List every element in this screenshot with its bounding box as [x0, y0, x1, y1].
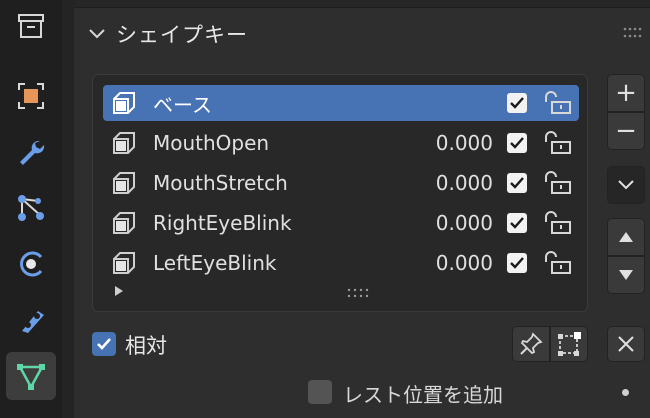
panel-top-edge: [74, 0, 650, 8]
particles-icon: [18, 195, 44, 221]
lock-open-icon[interactable]: [541, 210, 575, 236]
mute-checkbox[interactable]: [507, 253, 527, 273]
pin-icon: [520, 332, 543, 355]
shape-key-icon: [109, 128, 139, 158]
shape-key-value[interactable]: 0.000: [403, 251, 493, 275]
properties-tab-bar: [0, 0, 62, 418]
lock-open-icon[interactable]: [541, 130, 575, 156]
list-filter-expand-icon[interactable]: [112, 284, 126, 298]
tab-particles[interactable]: [6, 184, 56, 232]
drag-grip-icon[interactable]: [622, 26, 644, 40]
clear-weights-button[interactable]: [607, 326, 645, 362]
shape-key-value[interactable]: 0.000: [403, 131, 493, 155]
list-item[interactable]: MouthStretch 0.000: [103, 165, 579, 201]
edit-mode-toggle-button[interactable]: [550, 326, 588, 362]
list-resize-grip-icon[interactable]: [346, 288, 372, 298]
shape-key-name[interactable]: LeftEyeBlink: [153, 251, 403, 275]
tab-modifiers[interactable]: [6, 128, 56, 176]
move-down-button[interactable]: [607, 256, 645, 294]
panel-gutter: [62, 0, 74, 418]
shape-key-name[interactable]: RightEyeBlink: [153, 211, 403, 235]
list-item[interactable]: RightEyeBlink 0.000: [103, 205, 579, 241]
checkmark-icon: [510, 257, 524, 269]
mesh-data-icon: [17, 364, 45, 390]
checkmark-icon: [510, 177, 524, 189]
shape-key-list: ベース MouthOpen 0.000 MouthStretch 0.000 R…: [92, 74, 588, 312]
move-up-button[interactable]: [607, 218, 645, 256]
edit-mode-icon: [558, 332, 581, 356]
relative-label[interactable]: 相対: [125, 330, 167, 360]
chevron-down-icon: [618, 180, 634, 190]
constraint-icon: [22, 311, 44, 333]
mute-checkbox[interactable]: [507, 213, 527, 233]
object-icon: [18, 83, 44, 109]
mute-checkbox[interactable]: [507, 173, 527, 193]
shape-key-value[interactable]: 0.000: [403, 171, 493, 195]
list-item[interactable]: MouthOpen 0.000: [103, 125, 579, 161]
wrench-icon: [20, 140, 45, 165]
shape-key-name[interactable]: MouthStretch: [153, 171, 403, 195]
shape-key-name[interactable]: MouthOpen: [153, 131, 403, 155]
relative-checkbox[interactable]: [92, 332, 116, 356]
remove-shape-key-button[interactable]: −: [607, 112, 645, 150]
minus-icon: −: [615, 116, 637, 146]
panel-title: シェイプキー: [116, 23, 248, 47]
world-archive-icon: [18, 14, 44, 38]
plus-icon: +: [615, 78, 637, 108]
close-icon: [618, 336, 634, 352]
tab-object[interactable]: [6, 72, 56, 120]
rest-position-label[interactable]: レスト位置を追加: [343, 379, 503, 408]
mute-checkbox[interactable]: [507, 133, 527, 153]
shape-key-name[interactable]: ベース: [153, 89, 403, 118]
tab-constraints[interactable]: [6, 296, 56, 344]
checkmark-icon: [510, 217, 524, 229]
tab-world[interactable]: [6, 2, 56, 50]
triangle-down-icon: [619, 270, 633, 280]
chevron-down-icon[interactable]: [84, 21, 110, 47]
list-item[interactable]: LeftEyeBlink 0.000: [103, 245, 579, 281]
panel-header[interactable]: シェイプキー: [84, 14, 644, 54]
shape-key-icon: [109, 88, 139, 118]
mute-checkbox[interactable]: [507, 93, 527, 113]
shape-key-icon: [109, 168, 139, 198]
tab-data[interactable]: [6, 352, 56, 400]
checkmark-icon: [97, 338, 111, 350]
shape-key-value[interactable]: 0.000: [403, 211, 493, 235]
add-shape-key-button[interactable]: +: [607, 74, 645, 112]
shape-key-specials-menu-button[interactable]: [607, 166, 645, 204]
list-item[interactable]: ベース: [103, 85, 579, 121]
triangle-up-icon: [619, 232, 633, 242]
lock-open-icon[interactable]: [541, 90, 575, 116]
tab-physics[interactable]: [6, 240, 56, 288]
shape-key-lock-button[interactable]: [512, 326, 550, 362]
physics-icon: [20, 251, 43, 277]
animate-property-dot-icon[interactable]: [622, 389, 629, 396]
lock-open-icon[interactable]: [541, 170, 575, 196]
lock-open-icon[interactable]: [541, 250, 575, 276]
checkmark-icon: [510, 97, 524, 109]
rest-position-checkbox[interactable]: [308, 380, 332, 404]
shape-key-icon: [109, 208, 139, 238]
shape-key-icon: [109, 248, 139, 278]
checkmark-icon: [510, 137, 524, 149]
